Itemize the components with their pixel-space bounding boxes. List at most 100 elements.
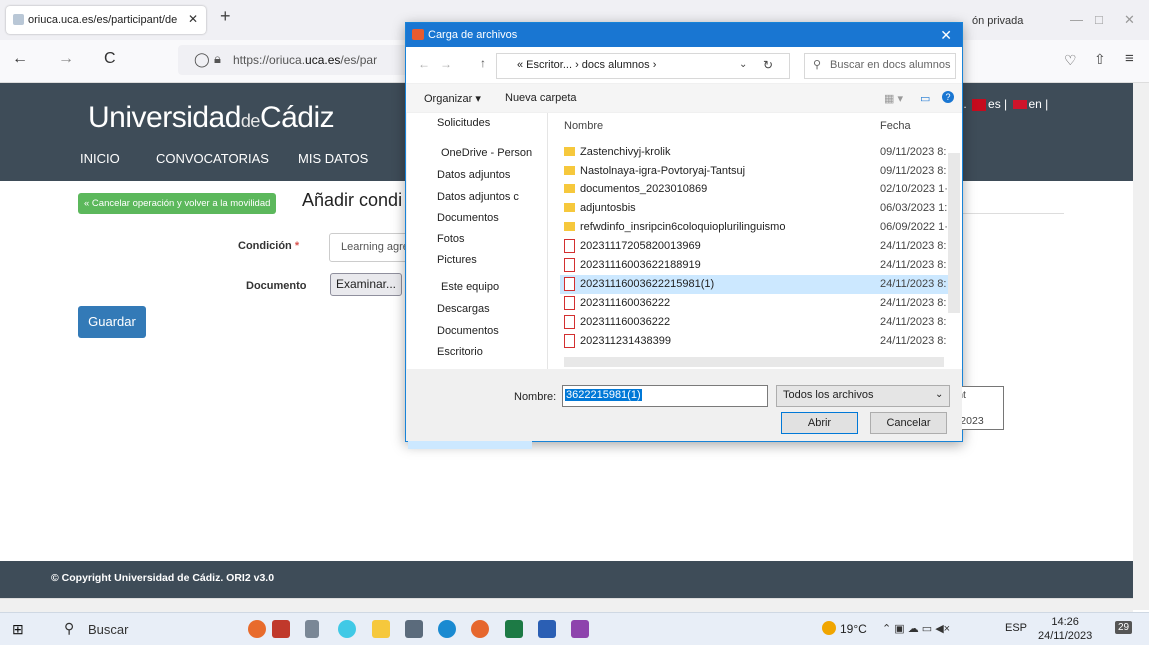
- nav-documentos[interactable]: Documentos: [437, 212, 547, 224]
- organize-menu[interactable]: Organizar ▾: [424, 92, 481, 105]
- browser-tab[interactable]: oriuca.uca.es/es/participant/de ✕: [6, 6, 206, 34]
- window-close-button[interactable]: ✕: [1124, 12, 1135, 28]
- lock-icon[interactable]: 🔒︎: [214, 51, 221, 67]
- refresh-icon[interactable]: ↻: [763, 58, 773, 72]
- file-date: 24/11/2023 8:: [880, 297, 947, 309]
- windows-start-icon[interactable]: ⊞: [12, 621, 24, 638]
- folder-icon: [564, 147, 575, 156]
- column-header-date[interactable]: Fecha: [880, 120, 911, 132]
- dialog-cancel-button[interactable]: Cancelar: [870, 412, 947, 434]
- folder-row[interactable]: Zastenchivyj-krolik 09/11/2023 8:: [560, 143, 948, 162]
- taskbar-clock[interactable]: 14:26 24/11/2023: [1038, 615, 1092, 643]
- nav-convocatorias[interactable]: CONVOCATORIAS: [156, 151, 269, 166]
- help-icon[interactable]: ?: [942, 91, 954, 103]
- minimize-button[interactable]: —: [1070, 12, 1083, 27]
- file-type-select[interactable]: Todos los archivos ⌄: [776, 385, 950, 407]
- file-date: 02/10/2023 1·: [880, 183, 948, 195]
- nav-mis-datos[interactable]: MIS DATOS: [298, 151, 368, 166]
- file-row[interactable]: 20231116003622188919 24/11/2023 8:: [560, 256, 948, 275]
- notifications-badge[interactable]: 29: [1115, 621, 1133, 634]
- app-icon[interactable]: [571, 620, 589, 638]
- nav-solicitudes[interactable]: Solicitudes: [437, 117, 547, 129]
- folder-icon: [564, 203, 575, 212]
- pdf-file-icon: [564, 334, 575, 348]
- file-row[interactable]: 20231116003622215981(1) 24/11/2023 8:: [560, 275, 948, 294]
- copyright-text: © Copyright Universidad de Cádiz. ORI2 v…: [51, 572, 275, 584]
- file-name-input[interactable]: 3622215981(1): [562, 385, 768, 407]
- tab-title: oriuca.uca.es/es/participant/de: [28, 14, 178, 26]
- file-row[interactable]: 202311160036222 24/11/2023 8:: [560, 294, 948, 313]
- column-header-name[interactable]: Nombre: [564, 120, 603, 132]
- menu-icon[interactable]: ≡: [1125, 50, 1134, 67]
- new-tab-button[interactable]: +: [220, 6, 231, 27]
- maximize-button[interactable]: □: [1095, 12, 1103, 27]
- path-breadcrumb[interactable]: « Escritor... › docs alumnos › ⌄ ↻: [496, 53, 790, 79]
- preview-pane-icon[interactable]: ▭: [920, 92, 930, 105]
- edge-icon[interactable]: [438, 620, 456, 638]
- weather-temp[interactable]: 19°C: [840, 622, 867, 636]
- file-date: 24/11/2023 8:: [880, 259, 947, 271]
- calculator-icon[interactable]: [405, 620, 423, 638]
- reload-button[interactable]: C: [104, 50, 116, 68]
- file-row[interactable]: 20231117205820013969 24/11/2023 8:: [560, 237, 948, 256]
- nav-onedrive[interactable]: OneDrive - Person: [441, 147, 551, 159]
- excel-icon[interactable]: [505, 620, 523, 638]
- taskbar-search[interactable]: ⚲ Buscar: [30, 613, 200, 645]
- browse-file-button[interactable]: Examinar...: [330, 273, 402, 296]
- file-row[interactable]: 202311160036222 24/11/2023 8:: [560, 313, 948, 332]
- file-list-scrollbar[interactable]: [948, 153, 960, 313]
- page-horizontal-scrollbar[interactable]: [0, 598, 1133, 613]
- pocket-icon[interactable]: ♡: [1064, 52, 1077, 69]
- university-logo[interactable]: UniversidaddeCádiz: [88, 101, 335, 135]
- url-bar[interactable]: ◯ 🔒︎ https://oriuca.uca.es/es/par: [178, 45, 408, 75]
- folder-row[interactable]: documentos_2023010869 02/10/2023 1·: [560, 180, 948, 199]
- input-language[interactable]: ESP: [1005, 622, 1027, 634]
- nav-fotos[interactable]: Fotos: [437, 233, 547, 245]
- extensions-icon[interactable]: ⇧: [1094, 51, 1106, 68]
- nav-descargas[interactable]: Descargas: [437, 303, 547, 315]
- pdf-file-icon: [564, 258, 575, 272]
- edge-legacy-icon[interactable]: [338, 620, 356, 638]
- nav-datos-adjuntos[interactable]: Datos adjuntos: [437, 169, 547, 181]
- back-button[interactable]: ←: [12, 50, 28, 68]
- nav-este-equipo[interactable]: Este equipo: [441, 281, 551, 293]
- lang-en-link[interactable]: en |: [1029, 97, 1049, 111]
- new-folder-button[interactable]: Nueva carpeta: [505, 92, 577, 104]
- folder-row[interactable]: Nastolnaya-igra-Povtoryaj-Tantsuj 09/11/2…: [560, 162, 948, 181]
- dialog-close-button[interactable]: ✕: [940, 27, 952, 44]
- view-options-icon[interactable]: ▦ ▾: [884, 92, 903, 105]
- back-arrow-icon[interactable]: ←: [418, 57, 430, 71]
- task-view-icon[interactable]: [305, 620, 319, 638]
- folder-search-input[interactable]: ⚲ Buscar en docs alumnos: [804, 53, 956, 79]
- up-arrow-icon[interactable]: ↑: [480, 56, 486, 70]
- folder-row[interactable]: refwdinfo_insripcin6coloquioplurilinguis…: [560, 218, 948, 237]
- file-row[interactable]: 202311231438399 24/11/2023 8:: [560, 332, 948, 351]
- nav-datos-adjuntos-c[interactable]: Datos adjuntos c: [437, 191, 547, 203]
- app-icon: [412, 29, 424, 40]
- shield-icon[interactable]: ◯: [194, 51, 210, 68]
- nav-documentos-pc[interactable]: Documentos: [437, 325, 547, 337]
- file-list-hscrollbar[interactable]: [564, 357, 944, 367]
- folder-row[interactable]: adjuntosbis 06/03/2023 1:: [560, 199, 948, 218]
- nav-inicio[interactable]: INICIO: [80, 151, 120, 166]
- forward-arrow-icon[interactable]: →: [440, 57, 452, 71]
- file-name: 20231117205820013969: [580, 240, 701, 252]
- weather-icon[interactable]: [822, 621, 836, 635]
- lang-es-link[interactable]: es: [988, 97, 1001, 111]
- nav-pictures[interactable]: Pictures: [437, 254, 547, 266]
- open-button[interactable]: Abrir: [781, 412, 858, 434]
- path-dropdown-icon[interactable]: ⌄: [739, 59, 747, 70]
- firefox-icon[interactable]: [471, 620, 489, 638]
- file-explorer-icon[interactable]: [372, 620, 390, 638]
- condicion-select[interactable]: Learning agre: [329, 233, 411, 262]
- tray-icons[interactable]: ⌃ ▣ ☁ ▭ ◀×: [882, 622, 950, 635]
- gift-icon[interactable]: [272, 620, 290, 638]
- cancel-operation-button[interactable]: « Cancelar operación y volver a la movil…: [78, 193, 277, 214]
- word-icon[interactable]: [538, 620, 556, 638]
- tab-close-icon[interactable]: ✕: [188, 12, 198, 26]
- alarm-clock-icon[interactable]: [248, 620, 266, 638]
- forward-button[interactable]: →: [58, 50, 74, 68]
- page-vertical-scrollbar[interactable]: [1133, 83, 1149, 610]
- nav-escritorio[interactable]: Escritorio: [437, 346, 547, 358]
- save-button[interactable]: Guardar: [78, 306, 146, 338]
